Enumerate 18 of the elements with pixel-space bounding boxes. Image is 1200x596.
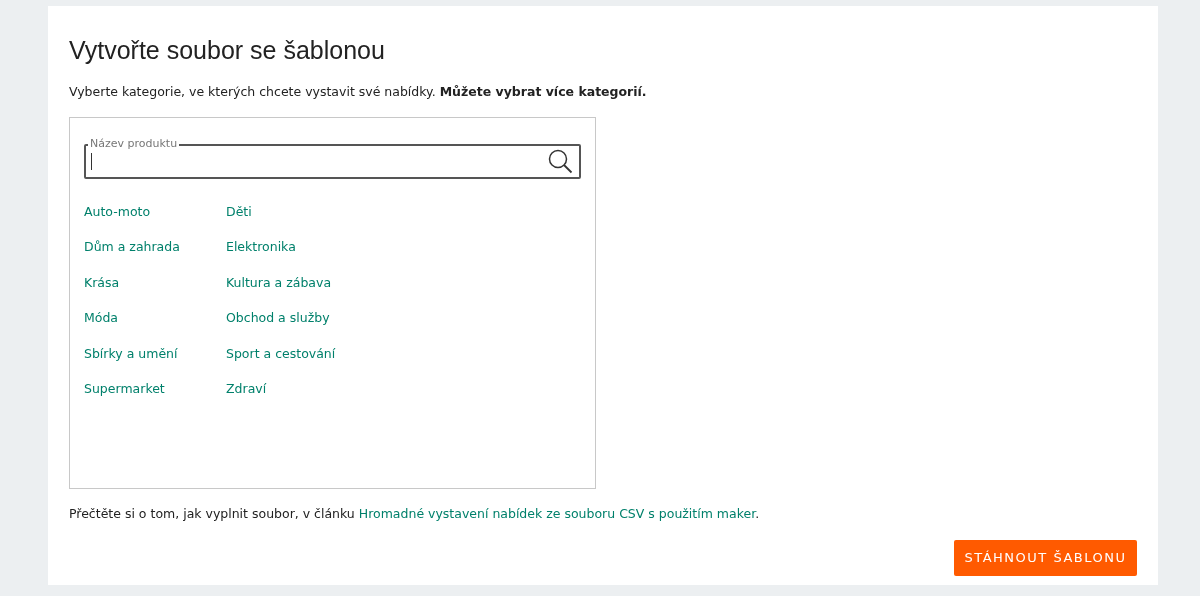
category-link[interactable]: Zdraví: [226, 378, 267, 400]
category-link[interactable]: Auto-moto: [84, 200, 151, 222]
category-link[interactable]: Kultura a zábava: [226, 271, 332, 293]
category-link[interactable]: Dům a zahrada: [84, 236, 180, 258]
page-title: Vytvořte soubor se šablonou: [69, 35, 386, 66]
category-link[interactable]: Elektronika: [226, 236, 296, 258]
search-icon[interactable]: [548, 148, 573, 174]
help-text: Přečtěte si o tom, jak vyplnit soubor, v článku Hromadné vystavení nabídek ze souboru CSV s použitím maker.: [69, 504, 761, 523]
category-link[interactable]: Děti: [226, 200, 252, 222]
category-link[interactable]: Supermarket: [84, 378, 165, 400]
download-button[interactable]: STÁHNOUT ŠABLONU: [954, 539, 1137, 576]
category-link[interactable]: Móda: [84, 307, 119, 329]
intro-text: Vyberte kategorie, ve kterých chcete vystavit své nabídky. Můžete vybrat více kategorií.: [69, 83, 648, 101]
category-link[interactable]: Obchod a služby: [226, 307, 330, 329]
category-link[interactable]: Krása: [84, 271, 120, 293]
article-link[interactable]: Hromadné vystavení nabídek ze souboru CSV s použitím maker: [358, 505, 756, 521]
category-link[interactable]: Sport a cestování: [226, 342, 336, 364]
category-link[interactable]: Sbírky a umění: [84, 342, 178, 364]
